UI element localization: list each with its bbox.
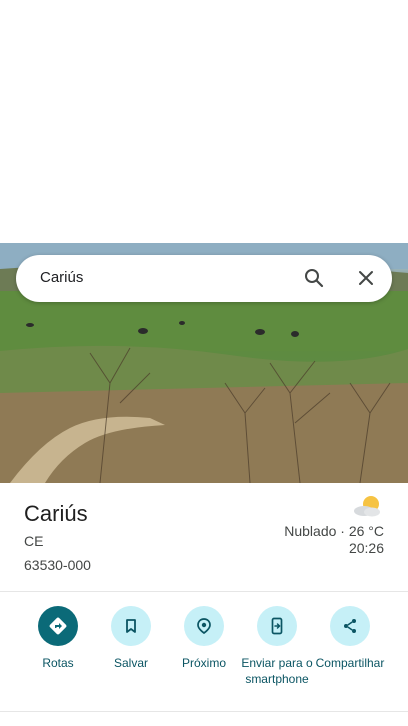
action-label-nearby: Próximo [181, 656, 226, 670]
place-region: CE [24, 533, 44, 549]
bookmark-icon[interactable] [111, 606, 151, 646]
send-to-phone-icon[interactable] [257, 606, 297, 646]
divider [0, 591, 408, 592]
search-bar[interactable]: Cariús [16, 255, 392, 302]
nearby-icon[interactable] [184, 606, 224, 646]
save-button[interactable]: Salvar [91, 606, 171, 671]
close-icon[interactable] [355, 267, 377, 289]
weather-time: 20:26 [348, 540, 384, 556]
action-label-directions: Rotas [42, 656, 74, 670]
action-label-save: Salvar [113, 656, 148, 670]
send-to-phone-button[interactable]: Enviar para o smartphone [237, 606, 317, 687]
share-button[interactable]: Compartilhar [310, 606, 390, 671]
place-postal-code: 63530-000 [24, 557, 91, 573]
search-icon[interactable] [303, 267, 325, 289]
partly-cloudy-icon [352, 494, 384, 518]
share-icon[interactable] [330, 606, 370, 646]
divider [0, 711, 408, 712]
action-label-send-to-phone: Enviar para o smartphone [241, 656, 313, 686]
directions-icon[interactable] [38, 606, 78, 646]
weather-condition: Nublado · 26 °C [284, 523, 384, 539]
directions-button[interactable]: Rotas [18, 606, 98, 671]
place-title: Cariús [24, 501, 88, 526]
search-input[interactable]: Cariús [40, 269, 83, 286]
action-label-share: Compartilhar [315, 656, 385, 670]
nearby-button[interactable]: Próximo [164, 606, 244, 671]
